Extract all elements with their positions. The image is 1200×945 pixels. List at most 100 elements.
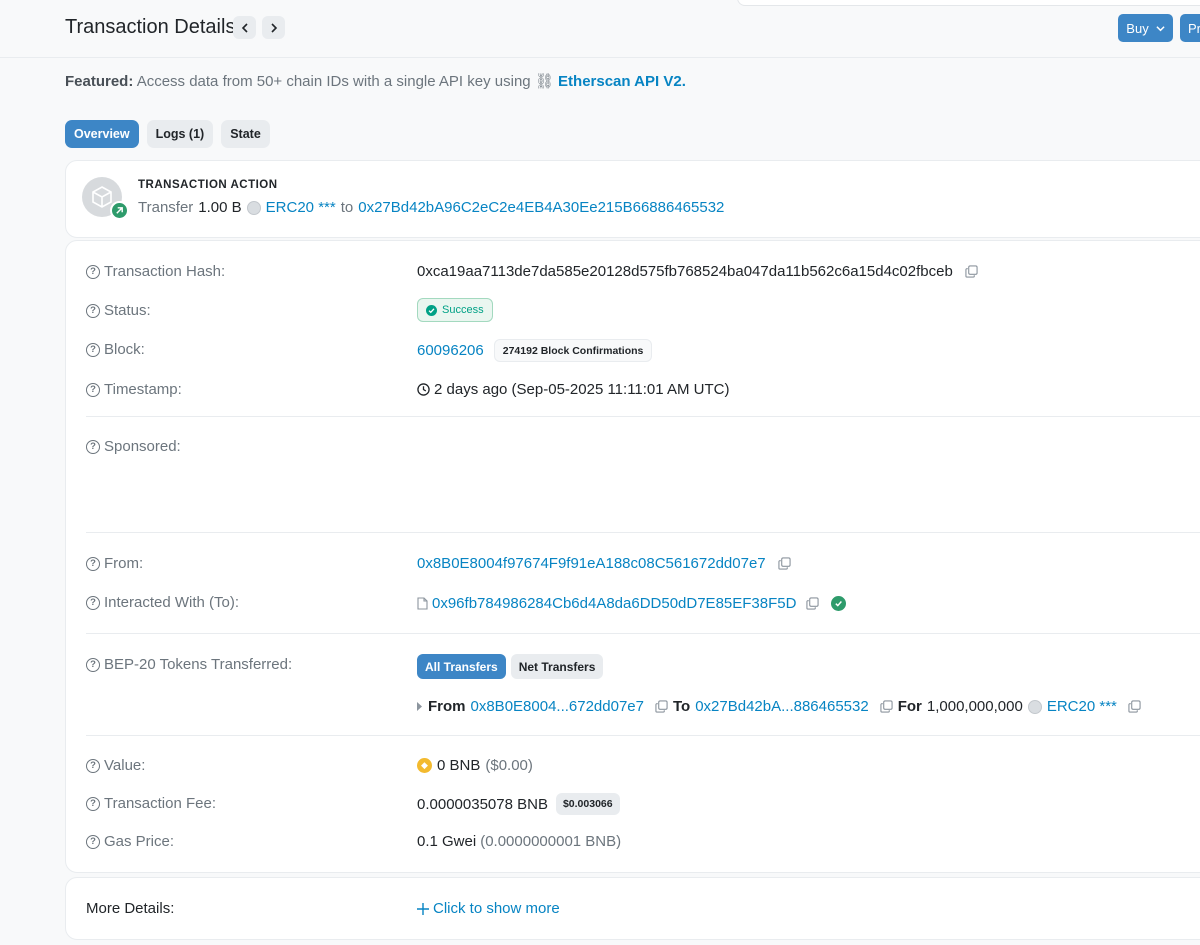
status-label-text: Status: [104,302,151,319]
copy-icon[interactable] [965,265,978,278]
clock-icon [417,383,430,396]
gas-value: 0.1 Gwei (0.0000000001 BNB) [417,833,621,850]
buy-label: Buy [1126,20,1149,36]
transaction-details-card: ? Transaction Hash: 0xca19aa7113de7da585… [65,240,1200,873]
featured-banner: Featured: Access data from 50+ chain IDs… [65,72,686,90]
copy-icon[interactable] [806,597,820,610]
transfer-to-word: To [673,698,691,715]
verified-check-icon [831,596,847,611]
buy-button[interactable]: Buy [1118,14,1173,42]
help-icon[interactable]: ? [86,303,100,318]
show-more-text[interactable]: Click to show more [433,900,560,917]
action-to-address-link[interactable]: 0x27Bd42bA96C2eC2e4EB4A30Ee215B668864655… [358,199,724,216]
transaction-action-card: TRANSACTION ACTION Transfer 1.00 B ERC20… [65,160,1200,238]
help-icon[interactable]: ? [86,342,100,357]
tx-hash-label: ? Transaction Hash: [86,263,225,280]
top-search-bar[interactable] [737,0,1200,6]
help-icon[interactable]: ? [86,595,100,610]
to-value: 0x96fb784986284Cb6d4A8da6DD50dD7E85EF38F… [417,595,847,612]
tokens-label-text: BEP-20 Tokens Transferred: [104,656,293,673]
plus-icon [417,902,429,915]
gas-label: ? Gas Price: [86,833,174,850]
block-number-link[interactable]: 60096206 [417,342,484,359]
help-icon[interactable]: ? [86,264,100,279]
transfer-to-link[interactable]: 0x27Bd42bA...886465532 [695,698,869,715]
header-divider [0,57,1200,58]
value-value: ◆ 0 BNB ($0.00) [417,757,533,774]
more-details-card: More Details: Click to show more [65,877,1200,940]
from-label-text: From: [104,555,144,572]
gas-label-text: Gas Price: [104,833,175,850]
page-title: Transaction Details [65,16,236,38]
tx-hash-text: 0xca19aa7113de7da585e20128d575fb768524ba… [417,263,953,280]
status-value: Success [417,298,493,322]
transfer-for-word: For [897,698,922,715]
featured-prefix: Featured: [65,73,134,90]
play-label: Pr [1188,20,1200,36]
copy-icon[interactable] [655,700,668,713]
to-label-text: Interacted With (To): [104,594,240,611]
action-label: TRANSACTION ACTION [138,179,278,191]
status-text: Success [442,304,484,316]
next-transaction-button[interactable] [262,16,285,39]
divider [86,532,1200,533]
from-address-link[interactable]: 0x8B0E8004f97674F9f91eA188c08C561672dd07… [417,555,766,572]
help-icon[interactable]: ? [86,556,100,571]
tx-hash-value: 0xca19aa7113de7da585e20128d575fb768524ba… [417,263,978,280]
copy-icon[interactable] [880,700,893,713]
action-token-link[interactable]: ERC20 *** [266,199,336,216]
help-icon[interactable]: ? [86,796,100,811]
play-button[interactable]: Pr [1180,14,1200,42]
help-icon[interactable]: ? [86,657,100,672]
net-transfers-button[interactable]: Net Transfers [510,654,604,679]
tab-overview[interactable]: Overview [65,120,139,148]
action-summary: Transfer 1.00 B ERC20 *** to 0x27Bd42bA9… [138,199,724,216]
arrow-up-right-icon [110,201,129,220]
value-label-text: Value: [104,757,146,774]
fee-amount: 0.0000035078 BNB [417,795,548,813]
tokens-transferred-label: ? BEP-20 Tokens Transferred: [86,656,292,673]
divider [86,735,1200,736]
timestamp-value: 2 days ago (Sep-05-2025 11:11:01 AM UTC) [417,381,729,398]
help-icon[interactable]: ? [86,439,100,454]
gas-bnb: (0.0000000001 BNB) [480,833,622,850]
block-label-text: Block: [104,341,145,358]
fee-label: ? Transaction Fee: [86,795,216,812]
sponsored-label-text: Sponsored: [104,438,181,455]
to-contract-link[interactable]: 0x96fb784986284Cb6d4A8da6DD50dD7E85EF38F… [432,595,796,612]
all-transfers-button[interactable]: All Transfers [417,654,506,679]
token-icon [1027,699,1042,714]
copy-icon[interactable] [1128,700,1141,713]
show-more-link[interactable]: Click to show more [417,900,560,917]
token-icon [246,200,261,215]
fee-value: 0.0000035078 BNB $0.003066 [417,793,620,815]
transfer-from-link[interactable]: 0x8B0E8004...672dd07e7 [471,698,645,715]
copy-icon[interactable] [778,557,791,570]
divider [86,633,1200,634]
timestamp-text: 2 days ago (Sep-05-2025 11:11:01 AM UTC) [434,381,730,398]
action-verb: Transfer [138,199,194,216]
fee-usd-badge: $0.003066 [555,793,620,815]
transfer-filter-buttons: All Transfers Net Transfers [417,654,604,679]
fee-label-text: Transaction Fee: [104,795,216,812]
action-amount: 1.00 B [198,199,242,216]
help-icon[interactable]: ? [86,834,100,849]
divider [86,416,1200,417]
tab-logs[interactable]: Logs (1) [146,120,214,148]
chevron-left-icon [241,22,248,33]
tx-hash-label-text: Transaction Hash: [104,263,226,280]
more-details-label: More Details: [86,900,175,917]
transfer-amount: 1,000,000,000 [926,698,1023,715]
etherscan-api-link[interactable]: Etherscan API V2. [558,73,686,90]
transfer-token-link[interactable]: ERC20 *** [1047,698,1117,715]
prev-transaction-button[interactable] [233,16,256,39]
help-icon[interactable]: ? [86,758,100,773]
from-value: 0x8B0E8004f97674F9f91eA188c08C561672dd07… [417,555,791,572]
value-label: ? Value: [86,757,145,774]
to-label: ? Interacted With (To): [86,594,239,611]
tab-state[interactable]: State [221,120,270,148]
from-label: ? From: [86,555,143,572]
help-icon[interactable]: ? [86,382,100,397]
block-value: 60096206 274192 Block Confirmations [417,339,653,362]
timestamp-label: ? Timestamp: [86,381,182,398]
